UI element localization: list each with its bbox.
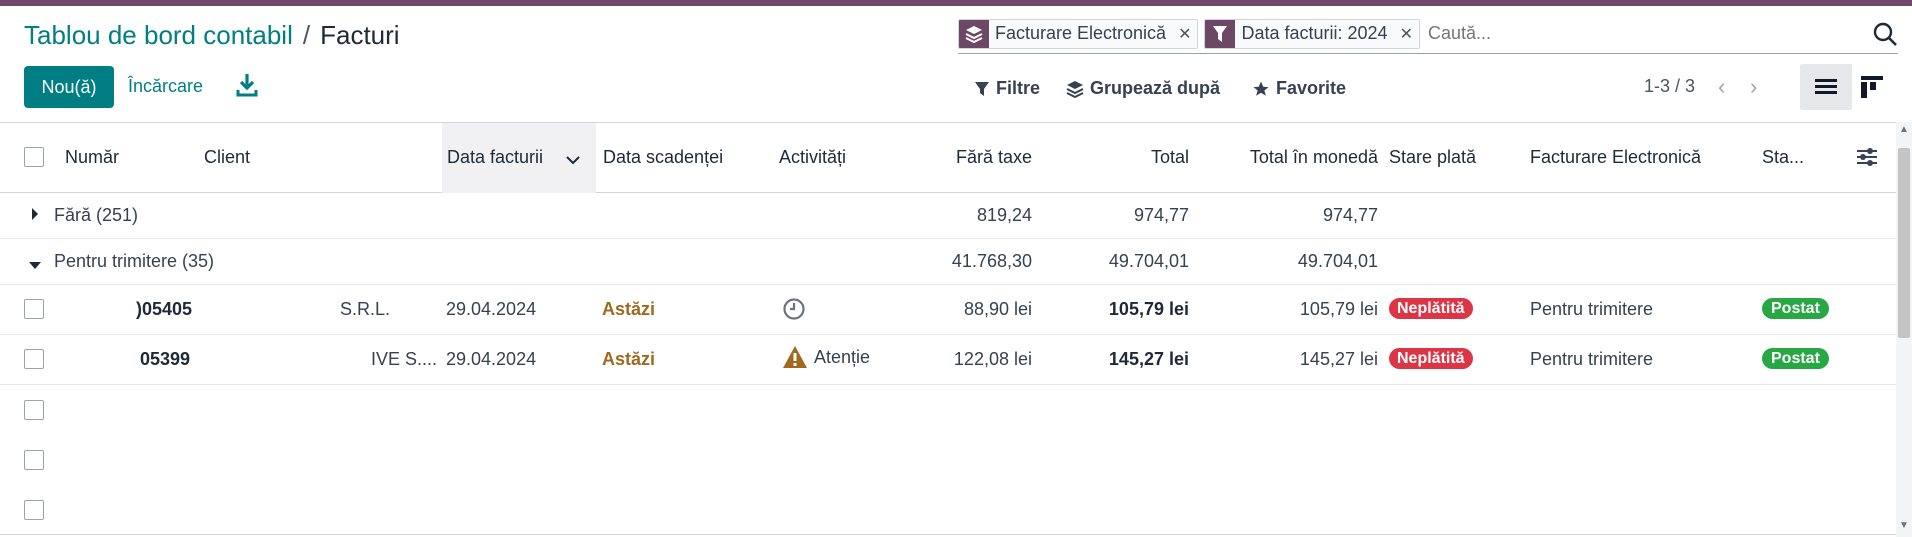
col-header-untaxed[interactable]: Fără taxe	[900, 147, 1032, 168]
cell-untaxed: 122,08 lei	[953, 349, 1032, 369]
col-header-number[interactable]: Număr	[65, 147, 119, 168]
pager-next-icon[interactable]: ›	[1750, 74, 1757, 100]
caret-right-icon[interactable]	[30, 205, 40, 226]
group-total-currency: 49.704,01	[1297, 251, 1378, 271]
search-input[interactable]	[1425, 18, 1866, 49]
empty-row	[0, 485, 1896, 535]
cell-total: 105,79 lei	[1108, 299, 1189, 319]
group-total-currency: 974,77	[1322, 205, 1378, 225]
col-header-status[interactable]: Sta...	[1762, 147, 1804, 168]
pager-value[interactable]: 1-3 / 3	[1644, 76, 1695, 97]
clock-icon[interactable]	[782, 297, 806, 326]
cell-total: 145,27 lei	[1108, 349, 1189, 369]
new-button[interactable]: Nou(ă)	[24, 66, 114, 108]
payment-status-badge: Neplătită	[1389, 348, 1473, 369]
group-untaxed: 819,24	[976, 205, 1032, 225]
row-checkbox[interactable]	[24, 400, 44, 420]
breadcrumb-separator: /	[302, 20, 311, 50]
cell-due-date: Astăzi	[602, 299, 656, 319]
search-facet-edi[interactable]: Facturare Electronică ✕	[958, 18, 1199, 49]
upload-button[interactable]: Încărcare	[128, 76, 203, 97]
invoice-table: Număr Client Data facturii Data scadențe…	[0, 122, 1896, 537]
table-row[interactable]: 05399 IVE S.... 29.04.2024 Astăzi Atenți…	[0, 335, 1896, 385]
row-checkbox[interactable]	[24, 450, 44, 470]
status-badge: Postat	[1762, 348, 1829, 369]
select-all-checkbox[interactable]	[24, 147, 44, 167]
col-header-total[interactable]: Total	[1040, 147, 1189, 168]
layers-icon	[1066, 80, 1084, 98]
layers-icon	[959, 19, 989, 48]
group-label: Fără (251)	[54, 205, 139, 225]
warning-icon	[783, 346, 807, 368]
activity-label: Atenție	[814, 346, 871, 367]
activity-cell[interactable]: Atenție	[782, 345, 870, 369]
col-header-due-date[interactable]: Data scadenței	[603, 147, 723, 168]
top-brand-bar	[0, 0, 1912, 6]
row-checkbox[interactable]	[24, 299, 44, 319]
pager-prev-icon[interactable]: ‹	[1718, 74, 1725, 100]
col-header-invoice-date[interactable]: Data facturii	[447, 147, 543, 168]
facet-label: Data facturii: 2024	[1235, 19, 1394, 48]
scroll-down-icon[interactable]: ▼	[1898, 520, 1910, 536]
facet-label: Facturare Electronică	[989, 19, 1173, 48]
group-total: 49.704,01	[1108, 251, 1189, 271]
col-header-client[interactable]: Client	[204, 147, 250, 168]
cell-edi: Pentru trimitere	[1530, 299, 1654, 319]
page-title: Facturi	[320, 20, 400, 50]
optional-columns-icon[interactable]	[1856, 147, 1878, 172]
download-icon[interactable]	[236, 72, 258, 98]
row-checkbox[interactable]	[24, 349, 44, 369]
empty-row	[0, 385, 1896, 435]
table-row[interactable]: )05405 S.R.L. 29.04.2024 Astăzi 88,90 le…	[0, 285, 1896, 335]
col-header-payment-state[interactable]: Stare plată	[1389, 147, 1476, 168]
cell-due-date: Astăzi	[602, 349, 656, 369]
cell-number: )05405	[136, 299, 193, 319]
favorites-button[interactable]: Favorite	[1252, 78, 1346, 99]
groupby-button[interactable]: Grupează după	[1066, 78, 1220, 99]
facet-remove-icon[interactable]: ✕	[1393, 19, 1419, 48]
breadcrumb: Tablou de bord contabil / Facturi	[24, 20, 400, 51]
payment-status-badge: Neplătită	[1389, 298, 1473, 319]
scroll-up-icon[interactable]: ▲	[1898, 124, 1910, 140]
cell-edi: Pentru trimitere	[1530, 349, 1654, 369]
table-header: Număr Client Data facturii Data scadențe…	[0, 123, 1896, 193]
breadcrumb-parent-link[interactable]: Tablou de bord contabil	[24, 20, 293, 51]
caret-down-icon[interactable]	[28, 255, 42, 276]
col-header-edi[interactable]: Facturare Electronică	[1530, 147, 1701, 168]
cell-total-currency: 105,79 lei	[1299, 299, 1378, 319]
cell-invoice-date: 29.04.2024	[446, 299, 537, 319]
search-bar: Facturare Electronică ✕ Data facturii: 2…	[958, 14, 1898, 54]
status-badge: Postat	[1762, 298, 1829, 319]
filters-button[interactable]: Filtre	[974, 78, 1040, 99]
cell-invoice-date: 29.04.2024	[446, 349, 537, 369]
cell-client: IVE S....	[371, 349, 438, 369]
search-facet-invoice-date[interactable]: Data facturii: 2024 ✕	[1204, 18, 1420, 49]
star-icon	[1253, 81, 1269, 96]
scrollbar-thumb[interactable]	[1898, 148, 1910, 338]
filter-icon	[1205, 19, 1236, 48]
empty-row	[0, 435, 1896, 485]
filters-label: Filtre	[996, 78, 1041, 98]
table-bottom-border	[0, 534, 1896, 535]
col-header-activities[interactable]: Activități	[779, 147, 846, 168]
facet-remove-icon[interactable]: ✕	[1172, 19, 1198, 48]
list-view-icon[interactable]	[1800, 64, 1852, 110]
group-total: 974,77	[1133, 205, 1189, 225]
row-checkbox[interactable]	[24, 500, 44, 520]
cell-client: S.R.L.	[340, 299, 391, 319]
favorites-label: Favorite	[1276, 78, 1347, 98]
groupby-label: Grupează după	[1090, 78, 1221, 98]
group-row[interactable]: Pentru trimitere (35) 41.768,30 49.704,0…	[0, 239, 1896, 285]
sort-chevron-down-icon[interactable]	[566, 149, 580, 170]
group-label: Pentru trimitere (35)	[54, 251, 215, 271]
kanban-view-icon[interactable]	[1846, 64, 1898, 110]
group-row[interactable]: Fără (251) 819,24 974,77 974,77	[0, 193, 1896, 239]
cell-untaxed: 88,90 lei	[963, 299, 1032, 319]
cell-number: 05399	[140, 349, 191, 369]
group-untaxed: 41.768,30	[951, 251, 1032, 271]
cell-total-currency: 145,27 lei	[1299, 349, 1378, 369]
col-header-total-currency[interactable]: Total în monedă	[1200, 147, 1378, 168]
search-icon[interactable]	[1872, 21, 1898, 47]
filter-icon	[975, 81, 989, 96]
